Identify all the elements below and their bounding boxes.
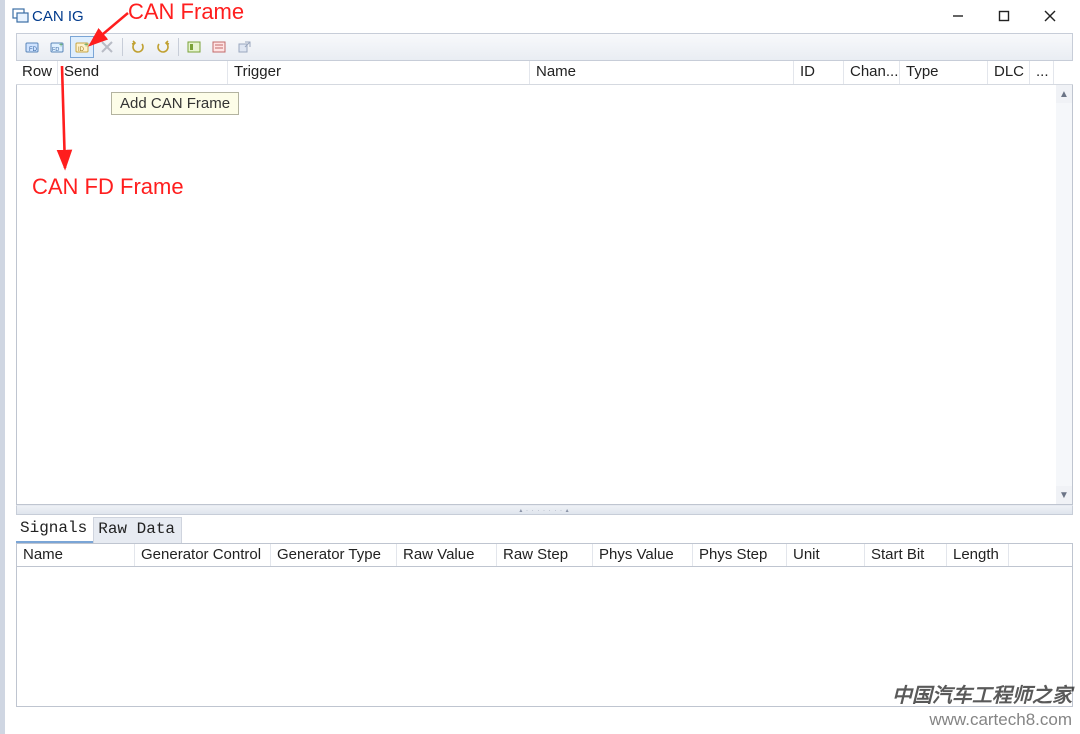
new-frame-icon[interactable]: FD <box>20 36 44 58</box>
pane-splitter[interactable]: ▴ · · · · · · · ▴ <box>16 505 1073 515</box>
svg-text:FD: FD <box>29 47 38 53</box>
app-icon <box>12 7 30 25</box>
export-icon[interactable] <box>232 36 256 58</box>
signal-list-body[interactable] <box>16 567 1073 707</box>
frame-col--[interactable]: ... <box>1030 61 1054 84</box>
signal-tabs: Signals Raw Data <box>16 517 1079 543</box>
close-button[interactable] <box>1027 2 1073 30</box>
signal-col-raw-step[interactable]: Raw Step <box>497 544 593 566</box>
frame-col-row[interactable]: Row <box>16 61 58 84</box>
maximize-button[interactable] <box>981 2 1027 30</box>
minimize-button[interactable] <box>935 2 981 30</box>
config-icon[interactable] <box>182 36 206 58</box>
signal-list-header: NameGenerator ControlGenerator TypeRaw V… <box>16 543 1073 567</box>
signal-col-generator-control[interactable]: Generator Control <box>135 544 271 566</box>
signal-col-phys-value[interactable]: Phys Value <box>593 544 693 566</box>
add-can-frame-tooltip: Add CAN Frame <box>111 92 239 115</box>
toolbar-separator <box>178 38 179 56</box>
frame-col-chan-[interactable]: Chan... <box>844 61 900 84</box>
frame-col-name[interactable]: Name <box>530 61 794 84</box>
annotation-arrow-bottom <box>55 64 73 174</box>
svg-text:+: + <box>59 42 63 49</box>
redo-icon[interactable] <box>151 36 175 58</box>
signal-col-generator-type[interactable]: Generator Type <box>271 544 397 566</box>
signal-col-raw-value[interactable]: Raw Value <box>397 544 497 566</box>
add-fd-frame-icon[interactable]: FD+ <box>45 36 69 58</box>
frame-col-trigger[interactable]: Trigger <box>228 61 530 84</box>
annotation-arrow-top <box>86 9 130 49</box>
frame-col-id[interactable]: ID <box>794 61 844 84</box>
frame-list-header: RowSendTriggerNameIDChan...TypeDLC... <box>16 61 1073 85</box>
annotation-can-frame: CAN Frame <box>128 0 244 25</box>
signal-col-start-bit[interactable]: Start Bit <box>865 544 947 566</box>
signal-col-name[interactable]: Name <box>17 544 135 566</box>
splitter-grip-icon: ▴ · · · · · · · ▴ <box>519 507 569 514</box>
tab-signals[interactable]: Signals <box>16 517 93 543</box>
frame-list-body[interactable]: Add CAN Frame ▲ ▼ <box>16 85 1073 505</box>
scroll-up-icon[interactable]: ▲ <box>1056 85 1072 103</box>
can-ig-window: CAN IG FD FD+ ID + RowSendTriggerNameIDCh… <box>5 0 1080 734</box>
frame-col-send[interactable]: Send <box>58 61 228 84</box>
window-title: CAN IG <box>32 8 84 25</box>
signal-col-phys-step[interactable]: Phys Step <box>693 544 787 566</box>
options-icon[interactable] <box>207 36 231 58</box>
window-controls <box>935 2 1073 30</box>
annotation-can-fd-frame: CAN FD Frame <box>32 174 184 200</box>
tab-raw-data[interactable]: Raw Data <box>93 517 182 543</box>
frame-col-dlc[interactable]: DLC <box>988 61 1030 84</box>
toolbar: FD FD+ ID+ <box>16 33 1073 61</box>
vertical-scrollbar[interactable]: ▲ ▼ <box>1056 85 1072 504</box>
frame-col-type[interactable]: Type <box>900 61 988 84</box>
scroll-down-icon[interactable]: ▼ <box>1056 486 1072 504</box>
signal-col-unit[interactable]: Unit <box>787 544 865 566</box>
scroll-track[interactable] <box>1056 103 1072 486</box>
signal-col-length[interactable]: Length <box>947 544 1009 566</box>
